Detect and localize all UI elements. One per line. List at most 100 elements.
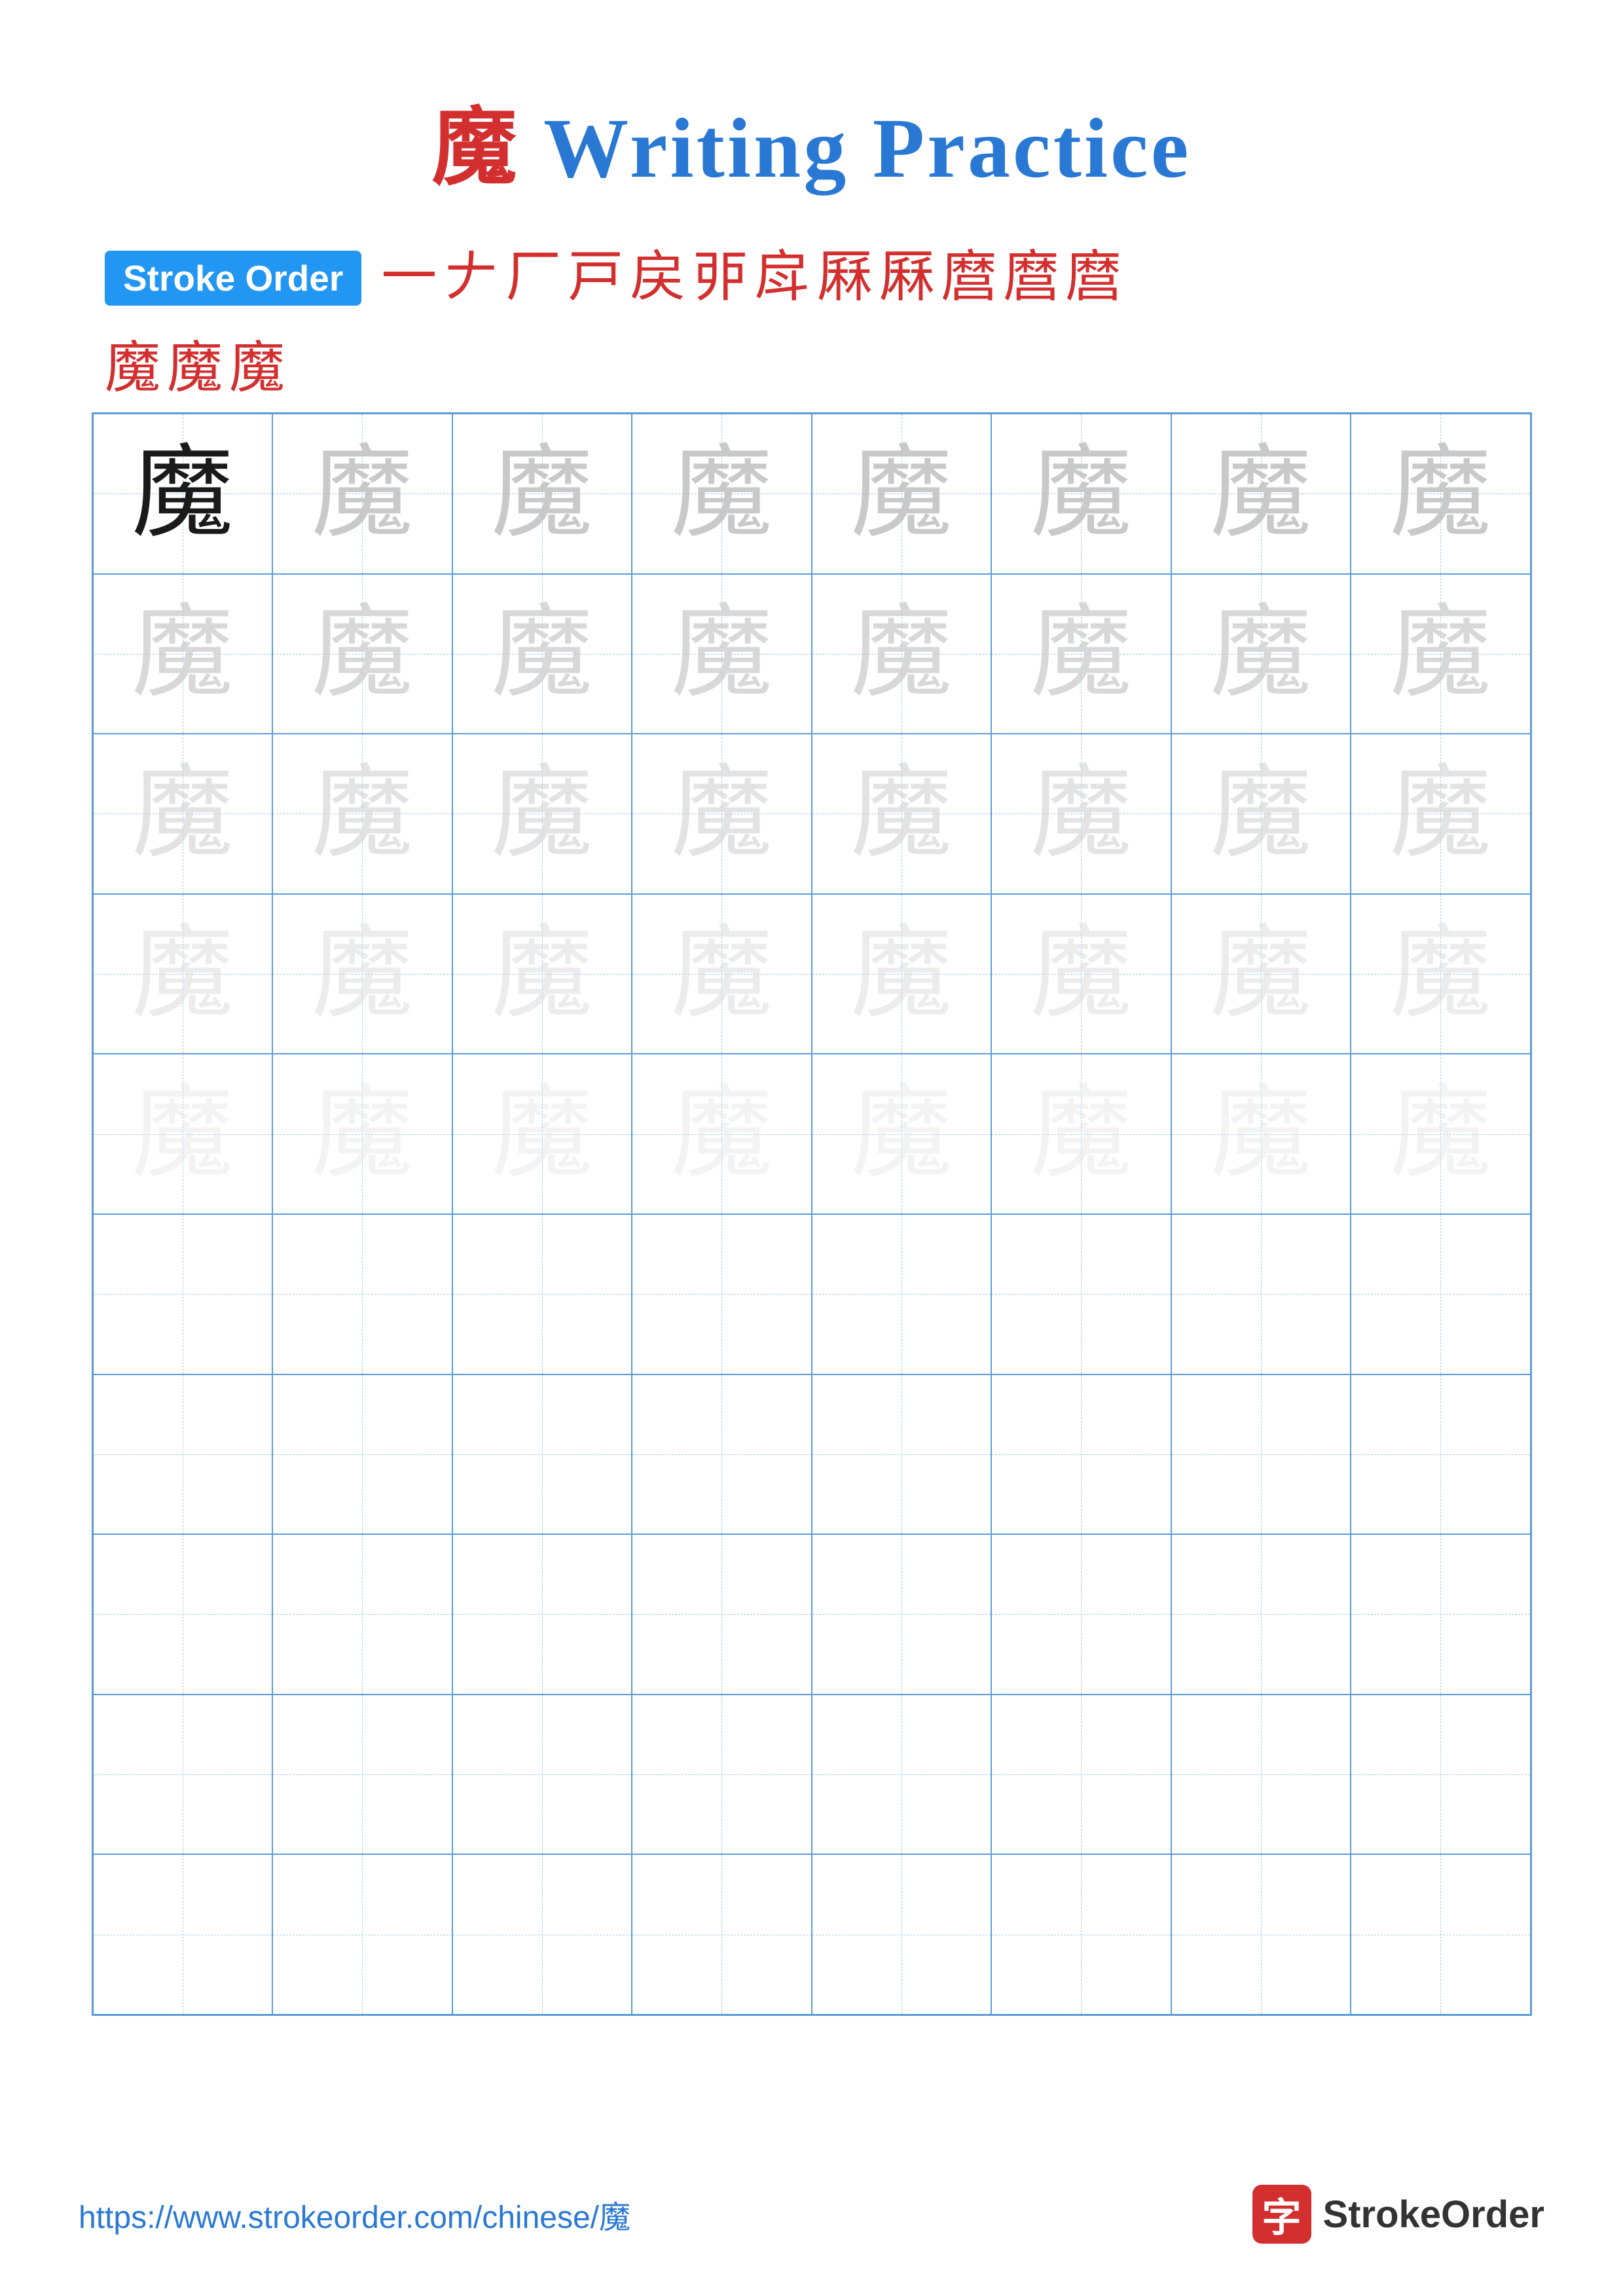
grid-cell-r1c7[interactable]: 魔 [1171,414,1351,574]
grid-cell-r9c4[interactable] [632,1695,812,1855]
grid-cell-r1c1[interactable]: 魔 [93,414,273,574]
grid-cell-r6c7[interactable] [1171,1214,1351,1374]
grid-cell-r2c7[interactable]: 魔 [1171,574,1351,734]
grid-cell-r4c3[interactable]: 魔 [452,894,632,1054]
grid-cell-r3c6[interactable]: 魔 [991,734,1171,894]
stroke-order-row2: 魔 魔 魔 [79,338,1544,400]
grid-cell-r1c2[interactable]: 魔 [272,414,452,574]
grid-cell-r7c3[interactable] [452,1374,632,1535]
grid-cell-r7c2[interactable] [272,1374,452,1535]
grid-cell-r6c1[interactable] [93,1214,273,1374]
grid-cell-r10c5[interactable] [812,1854,992,2015]
grid-cell-r2c8[interactable]: 魔 [1351,574,1531,734]
grid-cell-r5c1[interactable]: 魔 [93,1054,273,1214]
grid-cell-r2c5[interactable]: 魔 [812,574,992,734]
grid-cell-r8c8[interactable] [1351,1534,1531,1695]
grid-cell-r4c7[interactable]: 魔 [1171,894,1351,1054]
grid-cell-r8c1[interactable] [93,1534,273,1695]
grid-cell-r4c1[interactable]: 魔 [93,894,273,1054]
grid-cell-r6c4[interactable] [632,1214,812,1374]
footer-logo-icon: 字 [1252,2185,1311,2244]
grid-cell-r1c4[interactable]: 魔 [632,414,812,574]
practice-char: 魔 [132,443,233,545]
stroke-11: 麿 [1003,247,1059,309]
grid-cell-r8c3[interactable] [452,1534,632,1695]
practice-char: 魔 [491,924,593,1025]
grid-cell-r4c2[interactable]: 魔 [272,894,452,1054]
grid-cell-r10c7[interactable] [1171,1854,1351,2015]
grid-cell-r10c6[interactable] [991,1854,1171,2015]
grid-cell-r9c7[interactable] [1171,1695,1351,1855]
title-character: 魔 [432,101,520,196]
grid-cell-r9c2[interactable] [272,1695,452,1855]
grid-cell-r3c5[interactable]: 魔 [812,734,992,894]
grid-cell-r5c6[interactable]: 魔 [991,1054,1171,1214]
grid-cell-r7c5[interactable] [812,1374,992,1535]
grid-cell-r3c4[interactable]: 魔 [632,734,812,894]
grid-cell-r2c2[interactable]: 魔 [272,574,452,734]
grid-cell-r9c6[interactable] [991,1695,1171,1855]
grid-cell-r10c4[interactable] [632,1854,812,2015]
grid-cell-r6c3[interactable] [452,1214,632,1374]
grid-cell-r8c2[interactable] [272,1534,452,1695]
grid-cell-r6c5[interactable] [812,1214,992,1374]
grid-cell-r7c4[interactable] [632,1374,812,1535]
practice-char: 魔 [850,924,952,1025]
practice-char: 魔 [1030,763,1132,865]
practice-char: 魔 [312,603,413,704]
grid-cell-r3c3[interactable]: 魔 [452,734,632,894]
grid-cell-r8c4[interactable] [632,1534,812,1695]
practice-char: 魔 [850,1083,952,1185]
grid-cell-r8c5[interactable] [812,1534,992,1695]
title-text: Writing Practice [520,101,1192,196]
stroke-order-chars-2: 魔 魔 魔 [105,338,1544,400]
footer: https://www.strokeorder.com/chinese/魔 字 … [79,2185,1544,2244]
practice-char: 魔 [850,763,952,865]
grid-cell-r5c5[interactable]: 魔 [812,1054,992,1214]
grid-cell-r10c2[interactable] [272,1854,452,2015]
grid-cell-r4c5[interactable]: 魔 [812,894,992,1054]
grid-cell-r8c7[interactable] [1171,1534,1351,1695]
grid-cell-r7c8[interactable] [1351,1374,1531,1535]
grid-cell-r10c3[interactable] [452,1854,632,2015]
stroke-14: 魔 [167,338,223,400]
grid-cell-r9c8[interactable] [1351,1695,1531,1855]
stroke-6: 戼 [692,247,748,309]
stroke-order-chars: 一 𠂇 厂 戸 戻 戼 戽 厤 厤 麿 麿 麿 [381,247,1544,309]
grid-cell-r1c5[interactable]: 魔 [812,414,992,574]
grid-cell-r7c1[interactable] [93,1374,273,1535]
grid-cell-r3c8[interactable]: 魔 [1351,734,1531,894]
grid-cell-r4c8[interactable]: 魔 [1351,894,1531,1054]
grid-cell-r10c8[interactable] [1351,1854,1531,2015]
grid-cell-r5c4[interactable]: 魔 [632,1054,812,1214]
grid-cell-r3c2[interactable]: 魔 [272,734,452,894]
grid-cell-r5c3[interactable]: 魔 [452,1054,632,1214]
stroke-13: 魔 [105,338,160,400]
grid-cell-r2c4[interactable]: 魔 [632,574,812,734]
grid-cell-r6c8[interactable] [1351,1214,1531,1374]
grid-cell-r3c7[interactable]: 魔 [1171,734,1351,894]
grid-cell-r9c3[interactable] [452,1695,632,1855]
grid-cell-r2c3[interactable]: 魔 [452,574,632,734]
grid-cell-r6c6[interactable] [991,1214,1171,1374]
grid-cell-r3c1[interactable]: 魔 [93,734,273,894]
grid-cell-r5c2[interactable]: 魔 [272,1054,452,1214]
practice-char: 魔 [1210,924,1311,1025]
grid-cell-r5c8[interactable]: 魔 [1351,1054,1531,1214]
grid-cell-r1c8[interactable]: 魔 [1351,414,1531,574]
grid-cell-r6c2[interactable] [272,1214,452,1374]
grid-cell-r9c5[interactable] [812,1695,992,1855]
grid-cell-r5c7[interactable]: 魔 [1171,1054,1351,1214]
grid-cell-r1c3[interactable]: 魔 [452,414,632,574]
grid-cell-r8c6[interactable] [991,1534,1171,1695]
grid-cell-r10c1[interactable] [93,1854,273,2015]
grid-cell-r2c1[interactable]: 魔 [93,574,273,734]
grid-cell-r2c6[interactable]: 魔 [991,574,1171,734]
grid-cell-r9c1[interactable] [93,1695,273,1855]
grid-cell-r4c4[interactable]: 魔 [632,894,812,1054]
grid-cell-r4c6[interactable]: 魔 [991,894,1171,1054]
grid-cell-r7c7[interactable] [1171,1374,1351,1535]
grid-cell-r7c6[interactable] [991,1374,1171,1535]
grid-cell-r1c6[interactable]: 魔 [991,414,1171,574]
page: 魔 Writing Practice Stroke Order 一 𠂇 厂 戸 … [0,0,1623,2296]
